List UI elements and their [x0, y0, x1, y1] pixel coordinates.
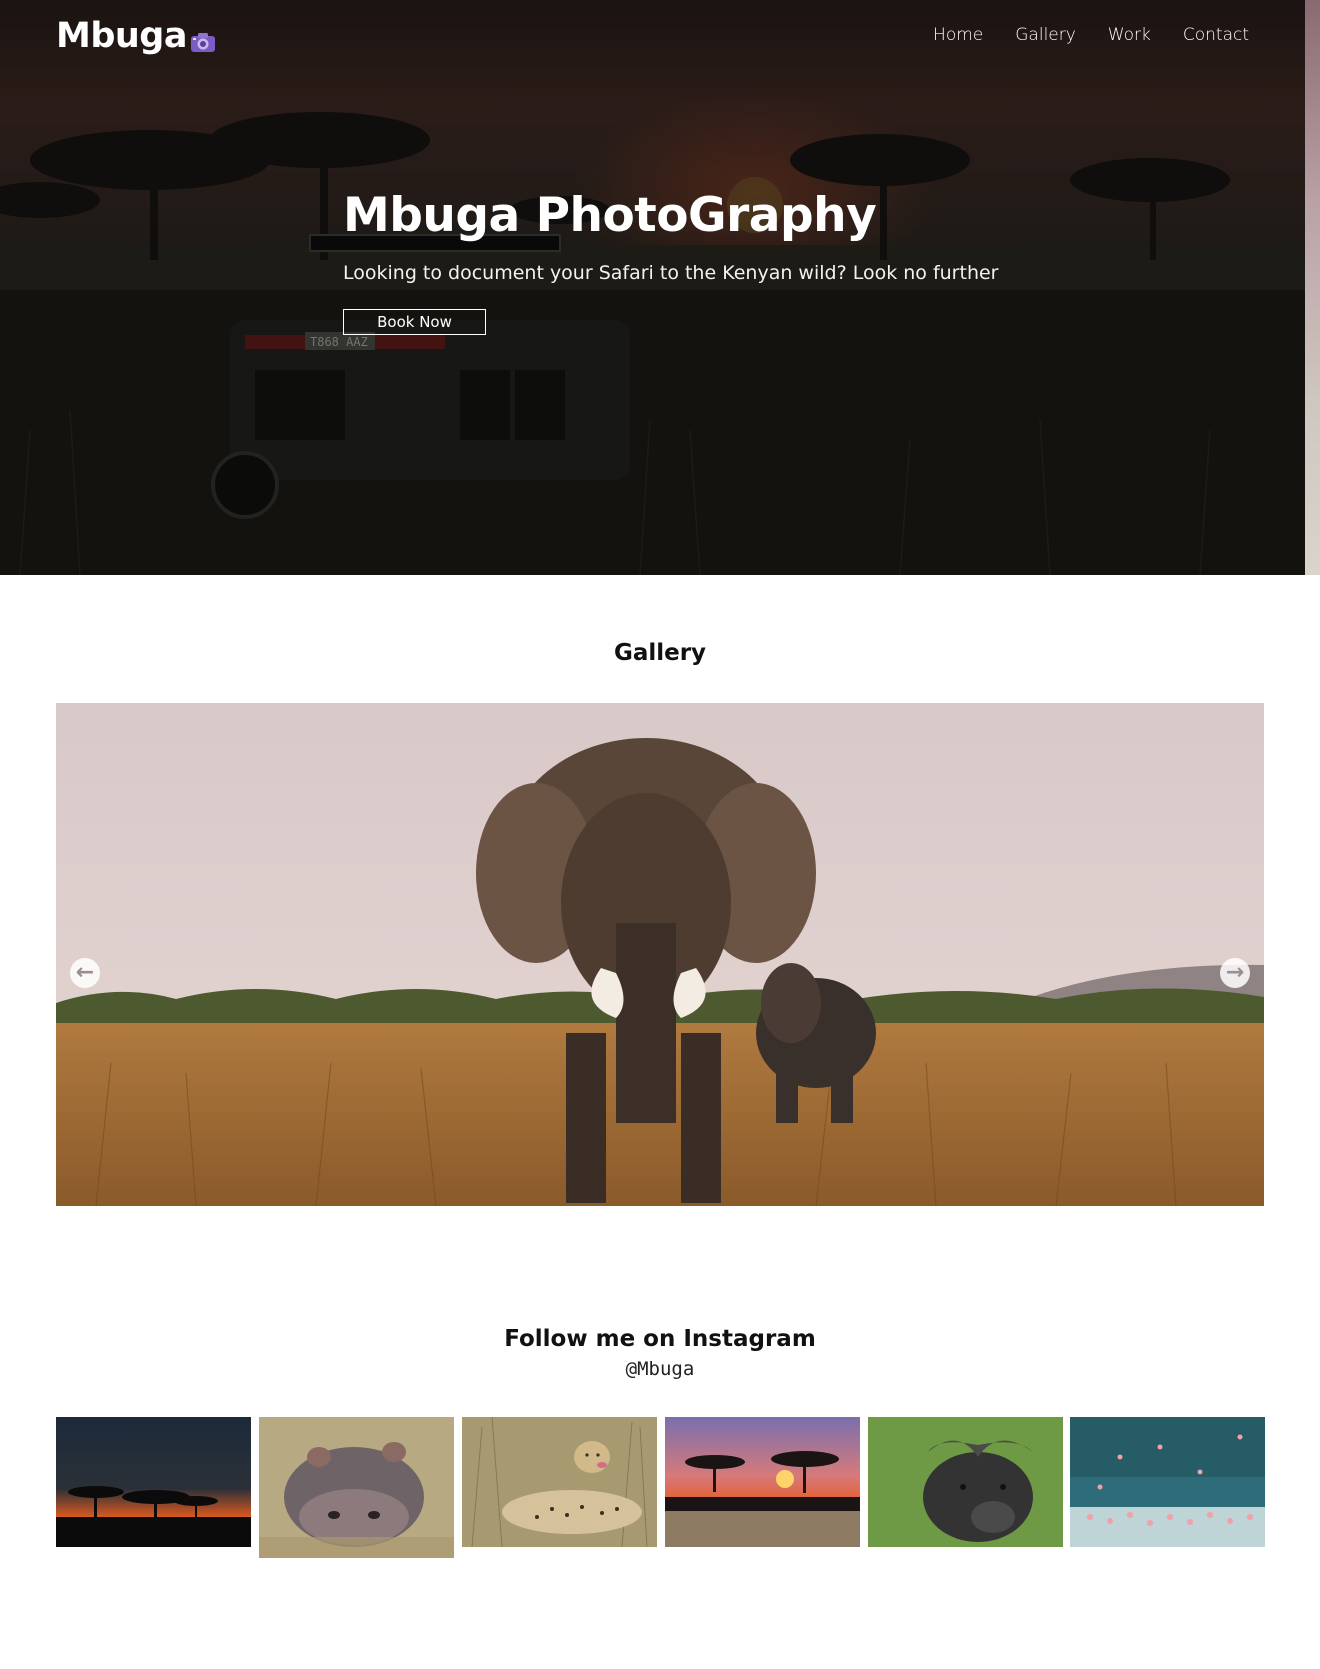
hero-section: T868 AAZ Mbuga Home Gallery Work Contact… [0, 0, 1305, 575]
gallery-heading: Gallery [613, 640, 707, 666]
instagram-photo-flamingos[interactable] [1070, 1417, 1265, 1547]
instagram-photo-cheetah[interactable] [462, 1417, 657, 1547]
arrow-left-circle-icon[interactable]: ← [70, 958, 100, 988]
brand-name: Mbuga [56, 16, 187, 56]
nav-link-home[interactable]: Home [933, 25, 983, 45]
instagram-photo-sunset[interactable] [56, 1417, 251, 1547]
hero-subtitle: Looking to document your Safari to the K… [343, 262, 999, 284]
arrow-right-circle-icon[interactable]: → [1220, 958, 1250, 988]
instagram-handle[interactable]: @Mbuga [0, 1358, 1320, 1380]
book-now-button[interactable]: Book Now [343, 309, 486, 335]
carousel-slide-elephants [56, 703, 1264, 1206]
nav-link-work[interactable]: Work [1108, 25, 1151, 45]
brand-logo[interactable]: Mbuga [56, 16, 216, 56]
scrollbar-strip [1305, 0, 1320, 575]
instagram-photo-sunset-herd[interactable] [665, 1417, 860, 1547]
camera-icon [190, 22, 216, 52]
hero-overlay [0, 0, 1305, 575]
gallery-carousel[interactable]: ← → [56, 703, 1264, 1206]
instagram-heading: Follow me on Instagram [504, 1326, 816, 1352]
nav-link-contact[interactable]: Contact [1183, 25, 1249, 45]
main-nav: Home Gallery Work Contact [933, 25, 1249, 45]
hero-title: Mbuga PhotoGraphy [343, 188, 877, 243]
nav-link-gallery[interactable]: Gallery [1015, 25, 1076, 45]
instagram-photo-buffalo[interactable] [868, 1417, 1063, 1547]
instagram-grid [56, 1417, 1265, 1558]
instagram-photo-hippo[interactable] [259, 1417, 454, 1558]
